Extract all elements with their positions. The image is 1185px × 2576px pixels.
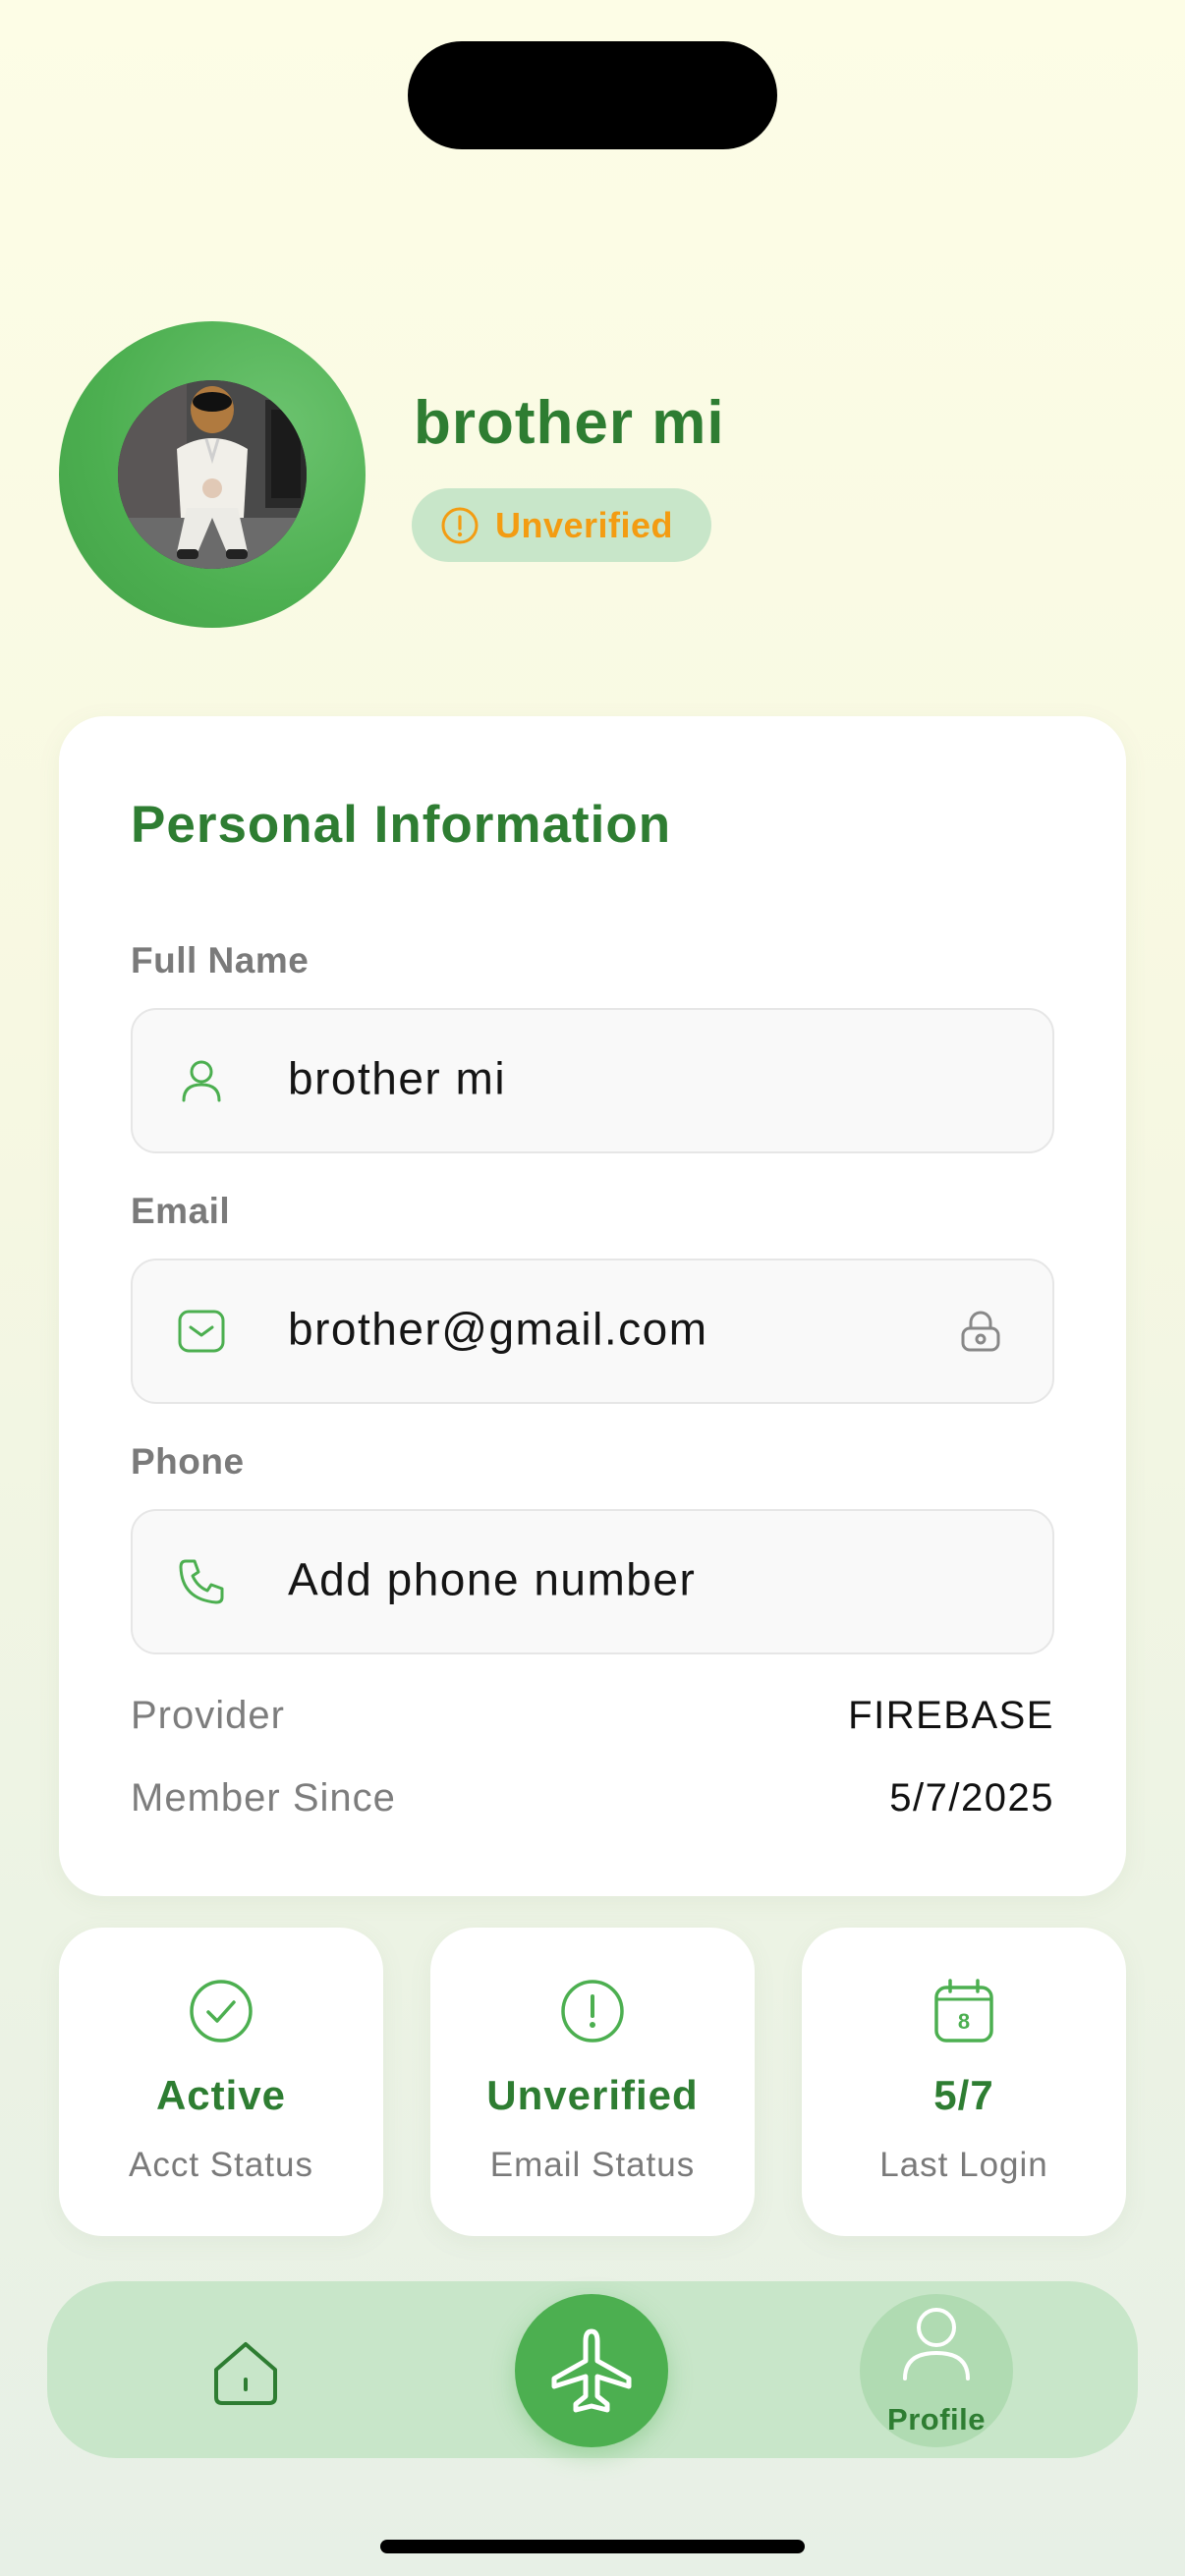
home-indicator[interactable] (380, 2540, 805, 2553)
avatar-ring[interactable] (59, 321, 366, 628)
nav-profile-label: Profile (887, 2402, 986, 2436)
account-status-label: Acct Status (128, 2146, 314, 2184)
phone-label: Phone (131, 1441, 245, 1482)
calendar-day-text: 8 (958, 2009, 970, 2034)
lock-icon (961, 1311, 1000, 1352)
alert-circle-icon (441, 507, 479, 543)
full-name-label: Full Name (131, 940, 310, 980)
card-title: Personal Information (131, 796, 672, 854)
full-name-field[interactable]: brother mi (131, 1008, 1054, 1153)
avatar-photo-image (118, 380, 307, 569)
nav-profile-tab[interactable]: Profile (860, 2294, 1013, 2447)
mail-icon (178, 1310, 225, 1353)
avatar (118, 380, 307, 569)
calendar-icon: 8 (934, 1979, 993, 2043)
profile-name: brother mi (414, 389, 725, 457)
account-status-value: Active (155, 2072, 287, 2118)
email-status-tile: Unverified Email Status (430, 1928, 755, 2236)
phone-field[interactable]: Add phone number (131, 1509, 1054, 1654)
user-icon (903, 2308, 970, 2380)
member-since-row: Member Since 5/7/2025 (131, 1768, 1054, 1827)
verification-status-label: Unverified (495, 504, 674, 545)
check-circle-icon (190, 1980, 253, 2043)
phone-icon (179, 1559, 224, 1604)
email-label: Email (131, 1191, 231, 1231)
dynamic-island (408, 41, 777, 149)
user-icon (182, 1060, 221, 1102)
phone-placeholder: Add phone number (288, 1553, 697, 1605)
full-name-value: brother mi (288, 1052, 507, 1104)
email-field[interactable]: brother@gmail.com (131, 1259, 1054, 1404)
provider-label: Provider (131, 1693, 285, 1737)
email-status-label: Email Status (489, 2146, 696, 2184)
alert-circle-icon (561, 1980, 624, 2043)
last-login-label: Last Login (879, 2146, 1048, 2184)
email-value: brother@gmail.com (288, 1303, 708, 1355)
email-status-value: Unverified (486, 2072, 699, 2118)
last-login-tile: 8 5/7 Last Login (802, 1928, 1126, 2236)
last-login-value: 5/7 (933, 2072, 994, 2118)
airplane-icon (551, 2328, 632, 2413)
flights-button[interactable] (515, 2294, 668, 2447)
member-since-value: 5/7/2025 (889, 1775, 1054, 1820)
verification-status-badge: Unverified (412, 488, 711, 562)
home-icon[interactable] (206, 2334, 285, 2413)
personal-information-card: Personal Information Full Name brother m… (59, 716, 1126, 1896)
provider-value: FIREBASE (848, 1693, 1054, 1737)
account-status-tile: Active Acct Status (59, 1928, 383, 2236)
member-since-label: Member Since (131, 1775, 396, 1820)
bottom-navigation-bar: Profile (47, 2281, 1138, 2458)
provider-row: Provider FIREBASE (131, 1686, 1054, 1745)
